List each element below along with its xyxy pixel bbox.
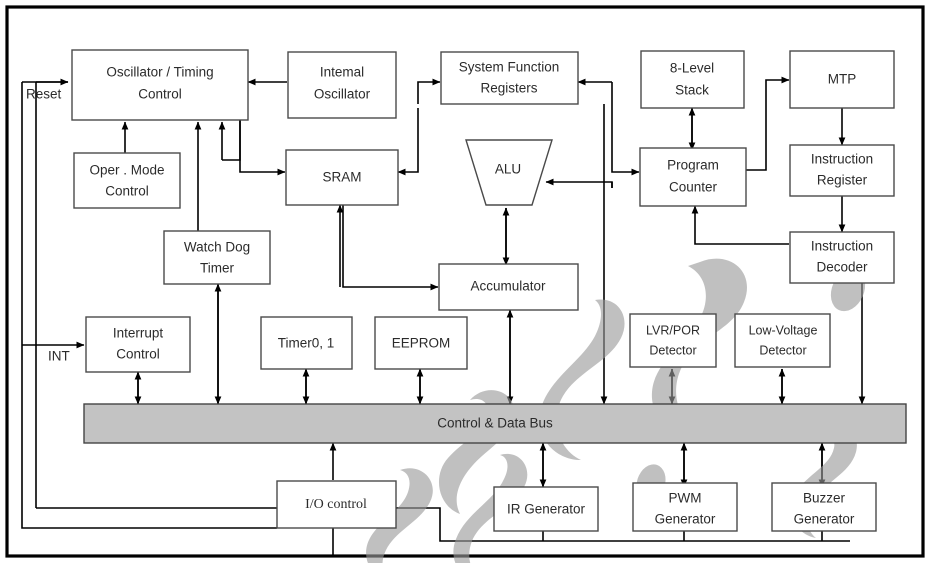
system-function-registers-label-2: Registers: [480, 81, 537, 96]
wire-id-pc: [691, 205, 789, 245]
block-accumulator[interactable]: Accumulator: [438, 263, 579, 311]
block-oscillator-timing-control[interactable]: Oscillator / Timing Control: [71, 49, 249, 121]
interrupt-control-label-1: Interrupt: [113, 326, 164, 341]
wire-osc-branch: [222, 120, 241, 161]
block-program-counter[interactable]: Program Counter: [639, 147, 747, 207]
instruction-register-label-2: Register: [817, 173, 868, 188]
wire-pc-alu: [545, 178, 613, 188]
block-eeprom[interactable]: EEPROM: [374, 316, 468, 370]
oper-mode-control-label-1: Oper . Mode: [89, 163, 164, 178]
internal-oscillator-label-1: Intemal: [320, 65, 364, 80]
mtp-label: MTP: [828, 72, 857, 87]
reset-pin-label: Reset: [26, 87, 62, 102]
pwm-generator-label-1: PWM: [669, 491, 702, 506]
block-internal-oscillator[interactable]: Intemal Oscillator: [287, 51, 397, 119]
accumulator-label: Accumulator: [470, 279, 546, 294]
buzzer-generator-label-1: Buzzer: [803, 491, 846, 506]
wire-reset-loop: [21, 82, 277, 529]
block-instruction-register[interactable]: Instruction Register: [789, 144, 895, 197]
control-data-bus-label: Control & Data Bus: [437, 416, 553, 431]
internal-oscillator-label-2: Oscillator: [314, 87, 371, 102]
diagram-svg: Oscillator / Timing Control Intemal Osci…: [5, 5, 925, 563]
eight-level-stack-label-1: 8-Level: [670, 61, 714, 76]
eight-level-stack-label-2: Stack: [675, 83, 709, 98]
int-pin-label: INT: [48, 349, 70, 364]
ir-generator-label: IR Generator: [507, 502, 586, 517]
pwm-generator-label-2: Generator: [655, 512, 716, 527]
block-watch-dog-timer[interactable]: Watch Dog Timer: [163, 230, 271, 285]
block-timer0-1[interactable]: Timer0, 1: [260, 316, 353, 370]
block-lvr-por-detector[interactable]: LVR/POR Detector: [629, 313, 717, 368]
timer0-1-label: Timer0, 1: [278, 336, 335, 351]
block-diagram-canvas: Oscillator / Timing Control Intemal Osci…: [0, 0, 930, 563]
block-interrupt-control[interactable]: Interrupt Control: [85, 316, 191, 373]
watch-dog-timer-label-1: Watch Dog: [184, 240, 250, 255]
sram-label: SRAM: [322, 170, 361, 185]
buzzer-generator-label-2: Generator: [794, 512, 855, 527]
block-mtp[interactable]: MTP: [789, 50, 895, 109]
wire-into-sfr-left: [417, 78, 441, 104]
block-control-data-bus[interactable]: Control & Data Bus: [83, 403, 907, 444]
program-counter-label-2: Counter: [669, 180, 718, 195]
oscillator-timing-control-label-1: Oscillator / Timing: [106, 65, 213, 80]
io-control-label: I/O control: [305, 497, 367, 512]
lvr-por-detector-label-2: Detector: [649, 343, 696, 357]
interrupt-control-label-2: Control: [116, 347, 160, 362]
system-function-registers-label-1: System Function: [459, 60, 560, 75]
low-voltage-detector-label-1: Low-Voltage: [749, 323, 818, 337]
block-pwm-generator[interactable]: PWM Generator: [632, 482, 738, 532]
instruction-decoder-label-2: Decoder: [816, 260, 868, 275]
instruction-register-label-1: Instruction: [811, 152, 873, 167]
wire-pc-mtp: [746, 76, 790, 171]
wire-sfr-sram: [397, 120, 419, 176]
watch-dog-timer-label-2: Timer: [200, 261, 234, 276]
eeprom-label: EEPROM: [392, 336, 451, 351]
program-counter-label-1: Program: [667, 158, 719, 173]
block-ir-generator[interactable]: IR Generator: [493, 486, 599, 532]
block-low-voltage-detector[interactable]: Low-Voltage Detector: [734, 313, 831, 368]
block-instruction-decoder[interactable]: Instruction Decoder: [789, 231, 895, 284]
wire-osc-sram: [239, 120, 286, 176]
block-sram[interactable]: SRAM: [285, 149, 399, 206]
alu-label: ALU: [495, 162, 521, 177]
block-eight-level-stack[interactable]: 8-Level Stack: [640, 50, 745, 109]
block-buzzer-generator[interactable]: Buzzer Generator: [771, 482, 877, 532]
wire-sram-acc: [342, 205, 439, 291]
low-voltage-detector-label-2: Detector: [759, 343, 806, 357]
block-io-control[interactable]: I/O control: [276, 480, 397, 529]
instruction-decoder-label-1: Instruction: [811, 239, 873, 254]
block-alu[interactable]: ALU: [465, 139, 553, 206]
oscillator-timing-control-label-2: Control: [138, 87, 182, 102]
oper-mode-control-label-2: Control: [105, 184, 149, 199]
lvr-por-detector-label-1: LVR/POR: [646, 323, 700, 337]
block-system-function-registers[interactable]: System Function Registers: [440, 51, 579, 105]
block-oper-mode-control[interactable]: Oper . Mode Control: [73, 152, 181, 209]
wire-sfr-pc: [611, 82, 640, 176]
